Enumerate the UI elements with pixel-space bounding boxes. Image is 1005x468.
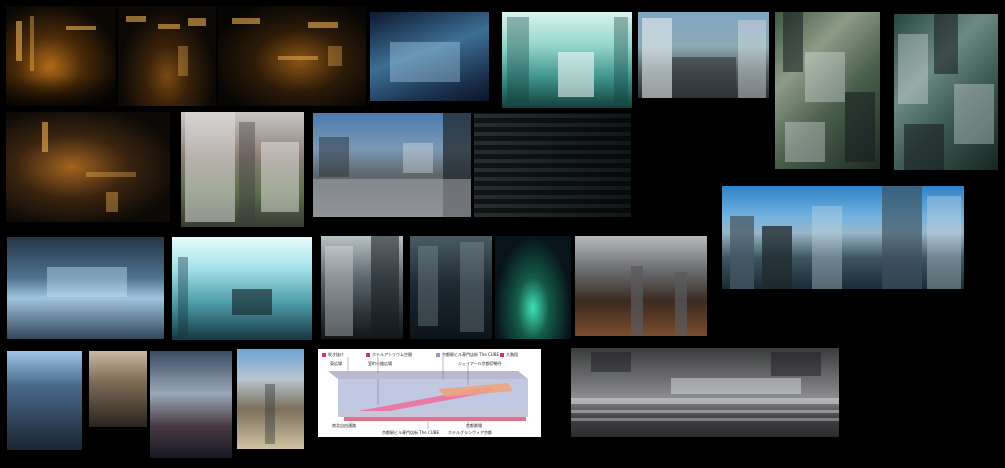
photo-green-night — [495, 236, 571, 339]
photo-cyan-room — [172, 237, 312, 340]
photo-cyan-lab-room — [502, 12, 632, 108]
diagram-label-6: 大階段 — [506, 352, 518, 357]
photo-blue-interior — [370, 12, 489, 101]
photo-plaza-daytime — [313, 113, 471, 217]
diagram-slab-top — [328, 371, 528, 379]
photo-amber-mall — [6, 112, 170, 222]
photo-atrium-a — [7, 351, 82, 450]
diagram-floor-1 — [338, 411, 528, 417]
photo-night-atrium-1 — [6, 6, 116, 106]
photo-alley-1 — [321, 236, 403, 339]
diagram-label-10: ホテルグランヴィア京都 — [448, 430, 492, 435]
diagram-label-5: 東広場 — [330, 361, 342, 366]
photo-atrium-c — [150, 351, 232, 458]
photo-night-atrium-3 — [218, 6, 366, 106]
photo-aerial-city-1 — [775, 12, 880, 169]
photo-alley-2 — [410, 236, 492, 339]
diagram-label-4: 室町小路広場 — [368, 361, 392, 366]
diagram-label-1: ホテルアトリウム空間 — [372, 352, 412, 357]
diagram-label-9: 京都駅ビル専門店街 The CUBE — [382, 430, 439, 435]
photo-hall-interior — [7, 237, 164, 339]
diagram-floor-2 — [344, 417, 526, 421]
photo-overpass — [575, 236, 707, 336]
photo-street-buildings — [181, 112, 304, 227]
photo-building-dusk — [638, 12, 769, 98]
photo-aerial-station — [571, 348, 839, 437]
diagram-label-8: 京都劇場 — [466, 423, 482, 428]
photo-escalator-steps — [237, 349, 304, 449]
photo-night-atrium-2 — [118, 6, 216, 106]
photo-skyscrapers-sky — [722, 186, 964, 289]
diagram-label-0: 吹き抜け — [328, 352, 344, 357]
photo-atrium-b — [89, 351, 147, 427]
diagram-label-3: ジェイアール京都伊勢丹 — [458, 361, 502, 366]
photo-facade-night — [474, 113, 631, 217]
architecture-section-diagram: 吹き抜け ホテルアトリウム空間 京都駅ビル専門店街 The CUBE ジェイアー… — [318, 349, 541, 437]
diagram-label-2: 京都駅ビル専門店街 The CUBE — [442, 352, 499, 357]
photo-aerial-city-2 — [894, 14, 998, 170]
diagram-label-7: 南北自由通路 — [332, 423, 356, 428]
